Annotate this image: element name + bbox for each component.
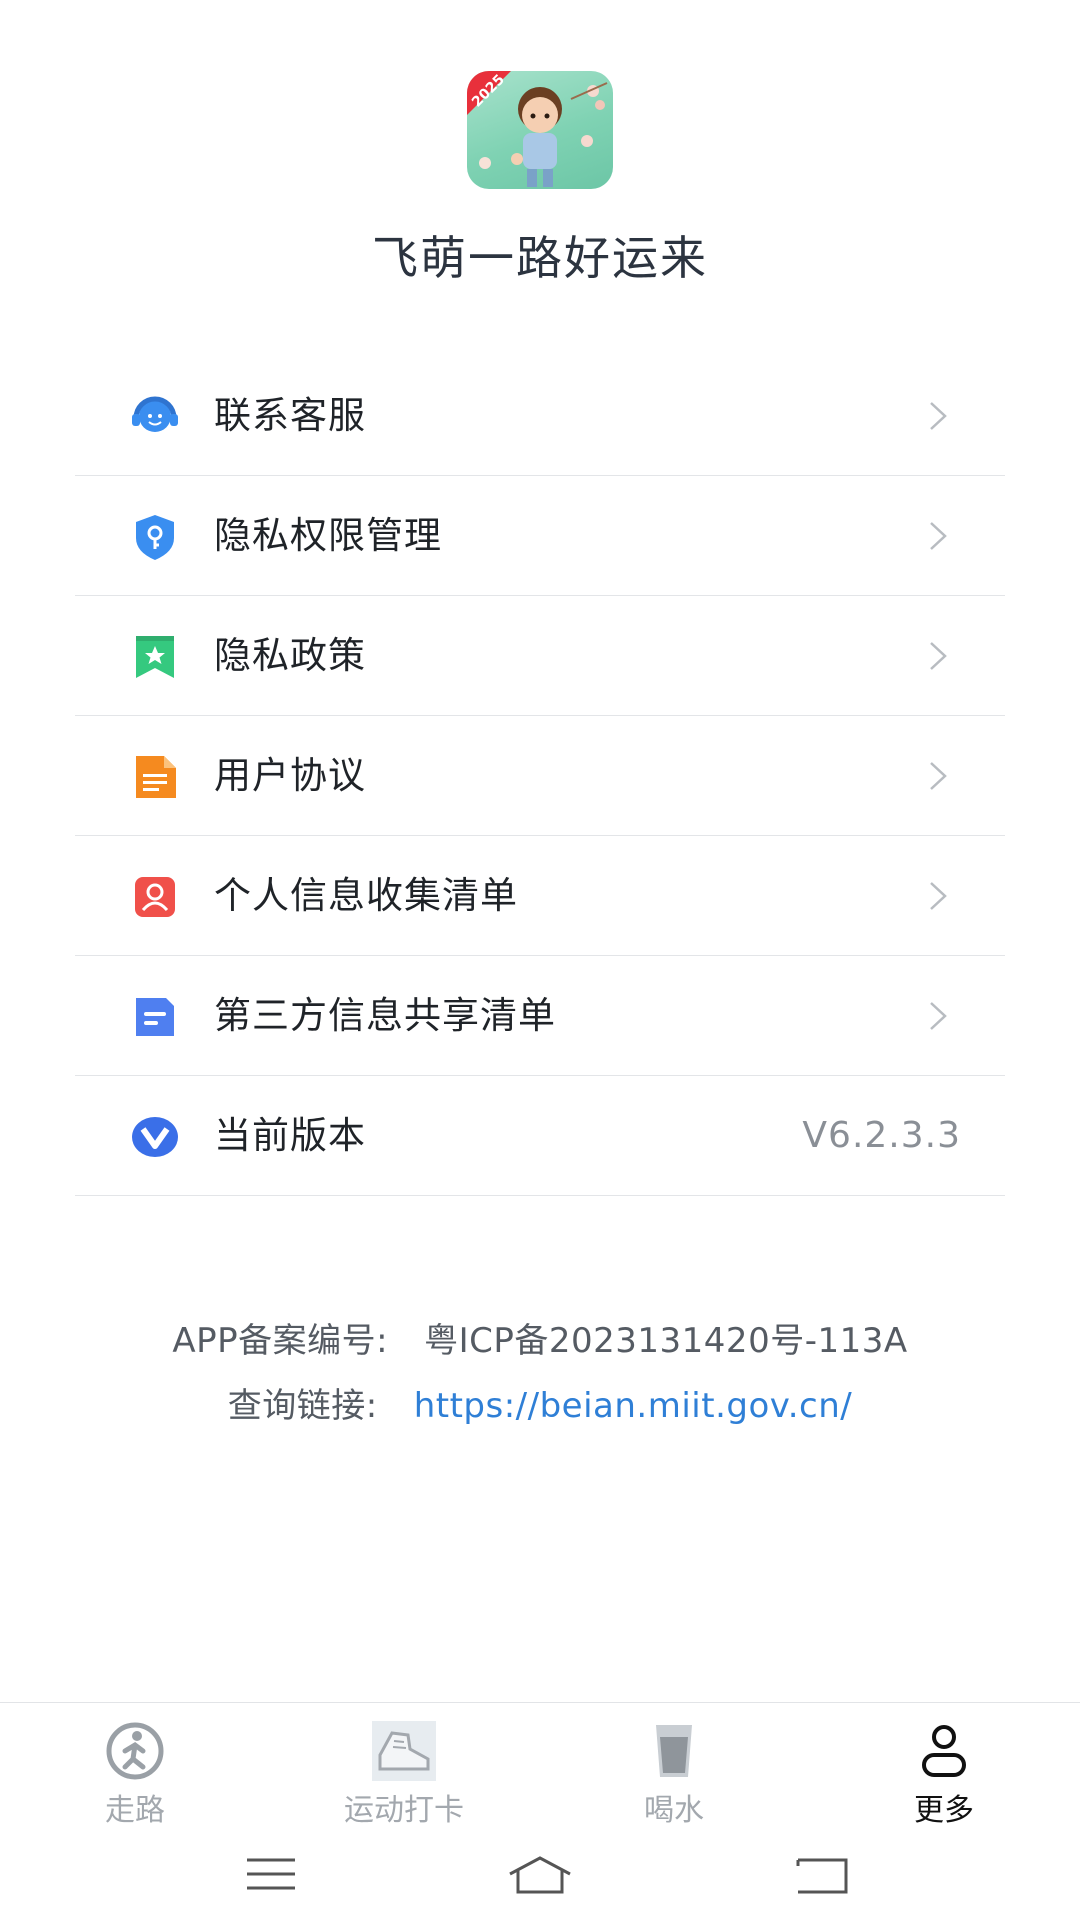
tab-label: 喝水	[644, 1793, 704, 1828]
icp-label: APP备案编号:	[172, 1321, 389, 1361]
file-lines-icon	[130, 992, 180, 1042]
tab-drink-water[interactable]: 喝水	[574, 1721, 774, 1831]
menu-item-label: 联系客服	[214, 394, 366, 437]
bookmark-star-icon	[130, 632, 180, 682]
menu-item-privacy-policy[interactable]: 隐私政策	[75, 596, 1005, 716]
tab-more[interactable]: 更多	[844, 1721, 1044, 1831]
menu-item-label: 隐私政策	[214, 634, 366, 677]
shield-key-icon	[130, 512, 180, 562]
tab-label: 走路	[105, 1793, 165, 1828]
menu-item-label: 个人信息收集清单	[214, 874, 518, 917]
menu-item-personal-info-list[interactable]: 个人信息收集清单	[75, 836, 1005, 956]
menu-item-user-agreement[interactable]: 用户协议	[75, 716, 1005, 836]
chevron-right-icon	[923, 400, 953, 432]
icp-number: 粤ICP备2023131420号-113A	[424, 1321, 908, 1361]
tab-walk[interactable]: 走路	[35, 1721, 235, 1831]
bottom-tab-bar: 走路 运动打卡 喝水 更多	[0, 1702, 1080, 1833]
app-name: 飞萌一路好运来	[372, 231, 708, 285]
version-value: V6.2.3.3	[802, 1115, 961, 1156]
user-profile-icon	[922, 1725, 966, 1777]
tab-label: 更多	[914, 1793, 974, 1828]
menu-item-privacy-permissions[interactable]: 隐私权限管理	[75, 476, 1005, 596]
menu-item-label: 用户协议	[214, 754, 366, 797]
tab-label: 运动打卡	[344, 1793, 464, 1828]
tab-exercise-checkin[interactable]: 运动打卡	[304, 1721, 504, 1831]
menu-icon[interactable]	[231, 1850, 311, 1900]
query-link-row: 查询链接: https://beian.miit.gov.cn/	[0, 1378, 1080, 1427]
chevron-right-icon	[923, 520, 953, 552]
query-label: 查询链接:	[227, 1386, 378, 1426]
back-icon[interactable]	[784, 1850, 864, 1900]
app-logo: 2025	[467, 71, 613, 189]
person-card-icon	[130, 872, 180, 922]
menu-item-third-party-sharing-list[interactable]: 第三方信息共享清单	[75, 956, 1005, 1076]
menu-item-label: 隐私权限管理	[214, 514, 442, 557]
beian-link[interactable]: https://beian.miit.gov.cn/	[414, 1386, 853, 1426]
menu-item-label: 当前版本	[214, 1114, 366, 1157]
menu-item-label: 第三方信息共享清单	[214, 994, 556, 1037]
home-icon[interactable]	[500, 1850, 580, 1900]
document-icon	[130, 752, 180, 802]
chevron-right-icon	[923, 880, 953, 912]
icp-filing-row: APP备案编号: 粤ICP备2023131420号-113A	[0, 1313, 1080, 1362]
system-navigation-bar	[0, 1832, 1080, 1920]
walking-person-icon	[106, 1722, 164, 1780]
customer-service-headset-icon	[130, 392, 180, 442]
water-glass-icon	[656, 1725, 692, 1777]
settings-menu: 联系客服 隐私权限管理 隐私政策 用户协议 个人信息收集清单 第三方信息共享清单…	[75, 356, 1005, 1196]
chevron-right-icon	[923, 760, 953, 792]
menu-item-customer-service[interactable]: 联系客服	[75, 356, 1005, 476]
v-logo-icon	[130, 1112, 180, 1162]
chevron-right-icon	[923, 640, 953, 672]
menu-item-current-version: 当前版本 V6.2.3.3	[75, 1076, 1005, 1196]
sneaker-icon	[372, 1721, 436, 1781]
chevron-right-icon	[923, 1000, 953, 1032]
